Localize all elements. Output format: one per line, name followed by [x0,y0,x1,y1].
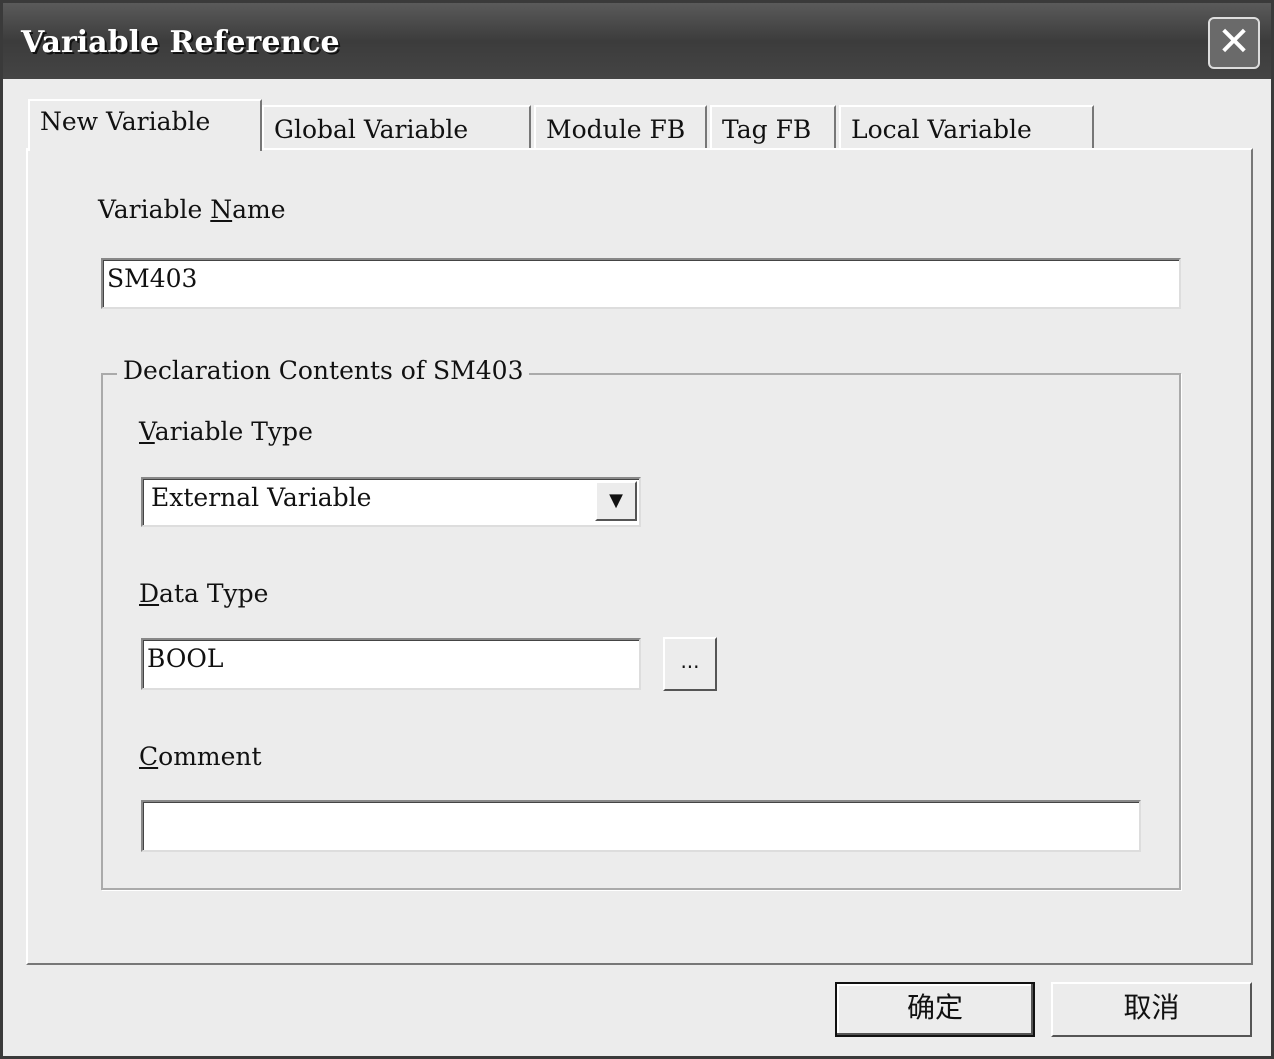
label-text: ariable Type [154,417,313,446]
comment-label: Comment [139,742,262,771]
mnemonic: N [210,195,233,224]
label-text: ame [232,195,286,224]
tab-module-fb[interactable]: Module FB [534,105,707,150]
window-title: Variable Reference [21,25,340,60]
variable-type-select[interactable]: External Variable ▼ [141,477,641,527]
mnemonic: C [139,742,159,771]
label-text: ata Type [159,579,269,608]
group-title: Declaration Contents of SM403 [117,356,530,385]
ok-button[interactable]: 确定 [835,982,1035,1037]
data-type-label: Data Type [139,579,268,608]
label-text: Variable [98,195,211,224]
comment-input[interactable] [141,800,1141,852]
dialog-window: Variable Reference ✕ New Variable Global… [0,0,1274,1059]
variable-name-input[interactable]: SM403 [101,258,1181,309]
selected-value: External Variable [151,483,372,512]
label-text: omment [158,742,262,771]
variable-type-label: Variable Type [139,417,313,446]
tab-tag-fb[interactable]: Tag FB [710,105,836,150]
variable-name-label: Variable Name [98,195,286,224]
tab-global-variable[interactable]: Global Variable [262,105,531,150]
mnemonic: V [139,417,155,446]
dropdown-button[interactable]: ▼ [595,481,637,521]
close-icon: ✕ [1217,19,1251,65]
browse-data-type-button[interactable]: ... [663,637,717,691]
title-bar[interactable]: Variable Reference ✕ [3,3,1271,79]
tab-local-variable[interactable]: Local Variable [839,105,1094,150]
chevron-down-icon: ▼ [609,490,623,511]
close-button[interactable]: ✕ [1208,17,1260,69]
mnemonic: D [139,579,160,608]
data-type-input[interactable]: BOOL [141,638,641,690]
cancel-button[interactable]: 取消 [1051,982,1252,1037]
tab-new-variable[interactable]: New Variable [28,99,262,151]
